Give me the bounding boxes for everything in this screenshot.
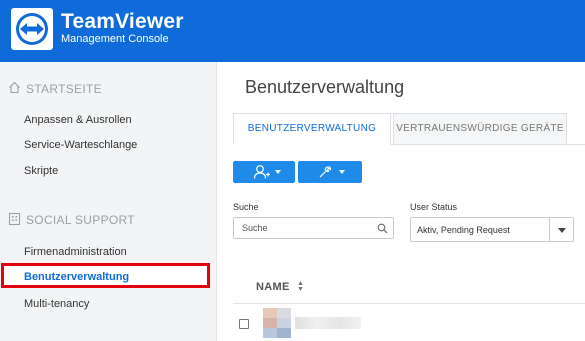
home-icon	[9, 81, 20, 94]
avatar	[263, 308, 291, 338]
brand-title: TeamViewer	[61, 10, 184, 33]
chevron-down-icon	[275, 170, 281, 174]
user-status-value: Aktiv, Pending Request	[417, 225, 510, 235]
search-icon[interactable]	[377, 223, 388, 234]
tools-button[interactable]	[298, 161, 362, 183]
search-placeholder: Suche	[242, 223, 268, 233]
row-checkbox[interactable]	[239, 319, 249, 329]
user-status-select[interactable]: Aktiv, Pending Request	[410, 217, 574, 242]
user-name-redacted	[295, 317, 361, 329]
sidebar-section-title: STARTSEITE	[26, 82, 102, 96]
add-user-icon	[253, 165, 270, 179]
search-input[interactable]: Suche	[233, 217, 394, 239]
search-label: Suche	[233, 202, 259, 212]
tab-benutzerverwaltung[interactable]: BENUTZERVERWALTUNG	[233, 113, 391, 145]
teamviewer-logo-icon	[16, 13, 48, 45]
select-divider	[549, 218, 550, 241]
sidebar-item-firmenadministration[interactable]: Firmenadministration	[24, 246, 127, 258]
building-icon	[8, 212, 21, 226]
chevron-down-icon[interactable]	[558, 228, 566, 233]
brand-subtitle: Management Console	[61, 33, 169, 45]
user-status-label: User Status	[410, 202, 458, 212]
sort-icon[interactable]: ▲ ▼	[297, 280, 304, 293]
sidebar-item-multi-tenancy[interactable]: Multi-tenancy	[24, 298, 89, 310]
sidebar-item-service-warteschlange[interactable]: Service-Warteschlange	[24, 139, 137, 151]
main-content: Benutzerverwaltung BENUTZERVERWALTUNG VE…	[217, 62, 585, 341]
sidebar: STARTSEITE Anpassen & Ausrollen Service-…	[0, 62, 217, 341]
sidebar-item-label: Benutzerverwaltung	[24, 271, 130, 283]
chevron-down-icon	[339, 170, 345, 174]
sidebar-section-title: SOCIAL SUPPORT	[26, 213, 135, 227]
sidebar-item-anpassen[interactable]: Anpassen & Ausrollen	[24, 114, 132, 126]
page-title: Benutzerverwaltung	[245, 77, 405, 97]
sidebar-item-benutzerverwaltung[interactable]: Benutzerverwaltung	[1, 263, 210, 288]
table-header-divider	[233, 303, 585, 304]
sidebar-item-skripte[interactable]: Skripte	[24, 165, 58, 177]
teamviewer-logo[interactable]	[11, 8, 53, 50]
wrench-icon	[319, 166, 331, 178]
tab-vertrauenswuerdige-geraete[interactable]: VERTRAUENSWÜRDIGE GERÄTE	[393, 113, 567, 145]
add-user-button[interactable]	[233, 161, 295, 183]
column-header-name[interactable]: NAME	[256, 281, 290, 293]
app-header: TeamViewer Management Console	[0, 0, 585, 62]
